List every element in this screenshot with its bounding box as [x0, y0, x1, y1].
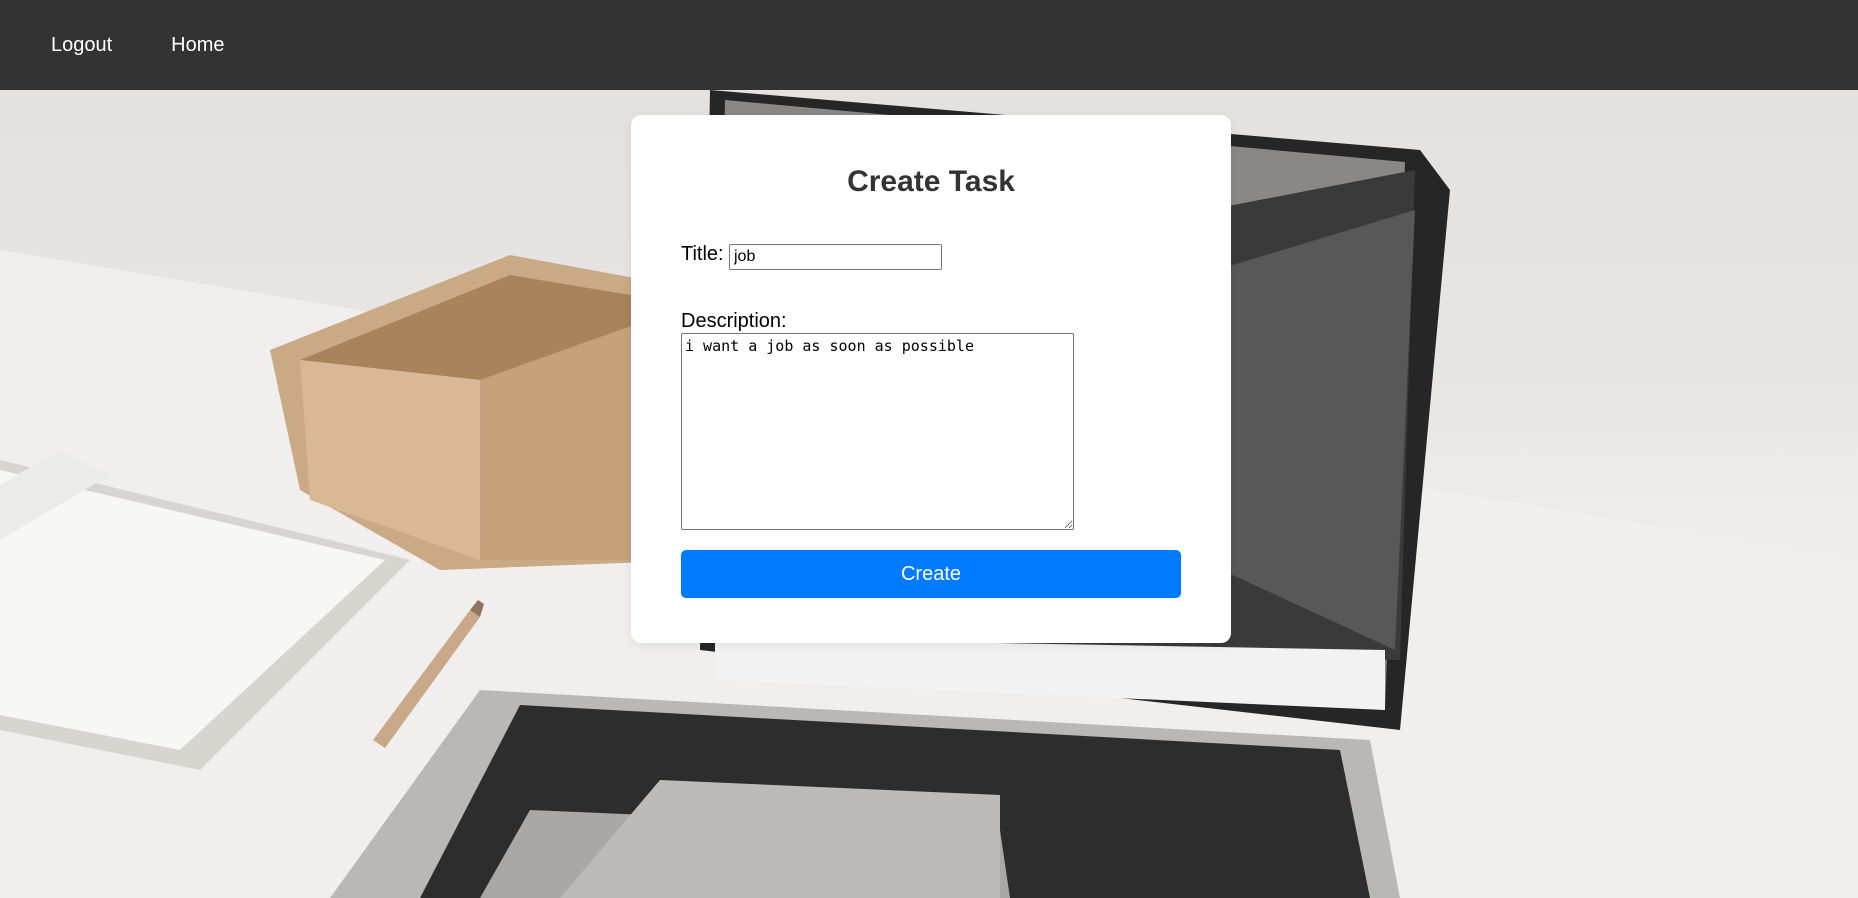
description-textarea[interactable]: i want a job as soon as possible [681, 333, 1074, 530]
top-navbar: Logout Home [0, 0, 1858, 90]
logout-link[interactable]: Logout [51, 35, 112, 55]
home-link[interactable]: Home [171, 35, 224, 55]
page-title: Create Task [847, 165, 1015, 198]
create-task-card: Create Task Title: Description: i want a… [631, 115, 1231, 643]
create-button[interactable]: Create [681, 550, 1181, 598]
description-label: Description: [681, 310, 787, 332]
title-label: Title: [681, 243, 724, 265]
title-input[interactable] [729, 244, 942, 270]
